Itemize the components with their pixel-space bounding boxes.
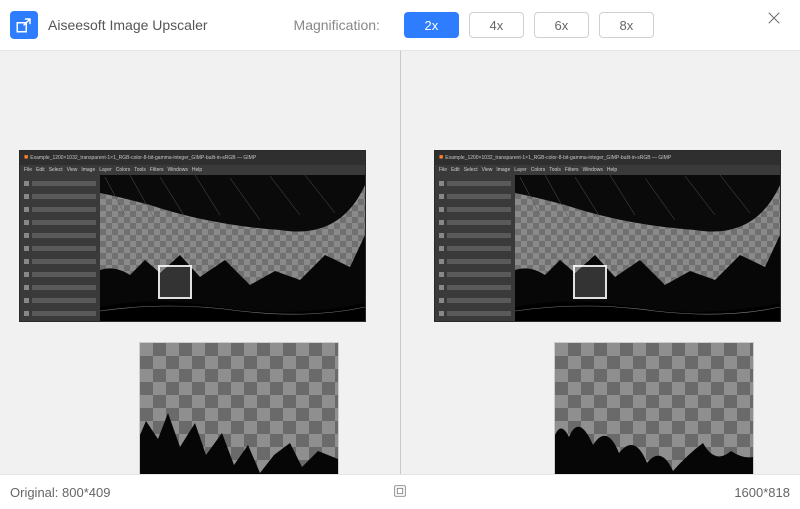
app-title: Aiseesoft Image Upscaler	[48, 17, 208, 33]
menu-item: Edit	[451, 167, 460, 173]
menu-item: Layer	[514, 167, 527, 173]
upscaled-thumbnail[interactable]: Example_1200×1032_transparent-1×1_RGB-co…	[435, 151, 780, 321]
menu-item: File	[439, 167, 447, 173]
upscaled-pane: Example_1200×1032_transparent-1×1_RGB-co…	[400, 51, 800, 509]
menu-item: Windows	[583, 167, 603, 173]
compare-area: Example_1200×1032_transparent-1×1_RGB-co…	[0, 50, 800, 509]
menu-item: Tools	[549, 167, 561, 173]
editor-menubar: File Edit Select View Image Layer Colors…	[435, 165, 780, 175]
editor-menubar: File Edit Select View Image Layer Colors…	[20, 165, 365, 175]
menu-item: Select	[49, 167, 63, 173]
app-logo	[10, 11, 38, 39]
menu-item: Help	[607, 167, 617, 173]
menu-item: View	[482, 167, 493, 173]
app-header: Aiseesoft Image Upscaler Magnification: …	[0, 0, 800, 50]
magnification-label: Magnification:	[294, 17, 380, 33]
menu-item: Image	[81, 167, 95, 173]
editor-titlebar: Example_1200×1032_transparent-1×1_RGB-co…	[20, 151, 365, 165]
close-icon	[765, 9, 783, 27]
upscale-arrow-icon	[15, 16, 33, 34]
original-pane: Example_1200×1032_transparent-1×1_RGB-co…	[0, 51, 400, 509]
original-thumbnail[interactable]: Example_1200×1032_transparent-1×1_RGB-co…	[20, 151, 365, 321]
menu-item: Help	[192, 167, 202, 173]
zoom-selection-box[interactable]	[158, 265, 192, 299]
magnification-8x[interactable]: 8x	[599, 12, 654, 38]
compare-mode-icon	[392, 483, 408, 499]
menu-item: Windows	[168, 167, 188, 173]
zoom-selection-box[interactable]	[573, 265, 607, 299]
magnification-4x[interactable]: 4x	[469, 12, 524, 38]
menu-item: Select	[464, 167, 478, 173]
menu-item: Edit	[36, 167, 45, 173]
editor-file-menu	[435, 175, 515, 321]
compare-mode-button[interactable]	[392, 483, 408, 502]
menu-item: Tools	[134, 167, 146, 173]
original-dimensions-label: Original: 800*409	[10, 485, 110, 500]
close-button[interactable]	[758, 2, 790, 34]
menu-item: Filters	[565, 167, 579, 173]
menu-item: Colors	[531, 167, 545, 173]
magnification-options: 2x 4x 6x 8x	[404, 12, 654, 38]
editor-titlebar: Example_1200×1032_transparent-1×1_RGB-co…	[435, 151, 780, 165]
menu-item: File	[24, 167, 32, 173]
pane-divider[interactable]	[400, 51, 401, 474]
magnification-2x[interactable]: 2x	[404, 12, 459, 38]
editor-canvas	[515, 175, 780, 321]
menu-item: Image	[496, 167, 510, 173]
menu-item: Colors	[116, 167, 130, 173]
editor-canvas	[100, 175, 365, 321]
editor-file-menu	[20, 175, 100, 321]
menu-item: View	[67, 167, 78, 173]
menu-item: Layer	[99, 167, 112, 173]
upscaled-dimensions-label: 1600*818	[734, 485, 790, 500]
menu-item: Filters	[150, 167, 164, 173]
status-bar: Original: 800*409 1600*818	[0, 474, 800, 509]
magnification-6x[interactable]: 6x	[534, 12, 589, 38]
